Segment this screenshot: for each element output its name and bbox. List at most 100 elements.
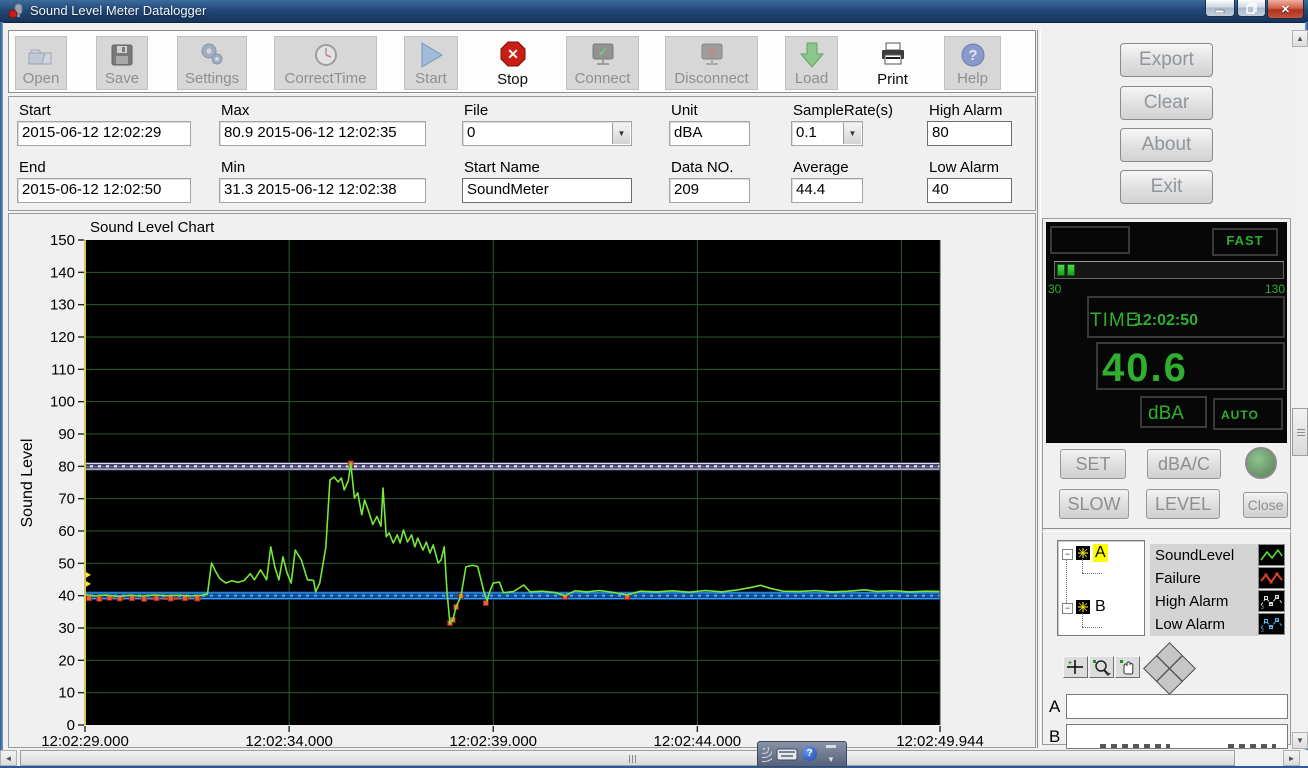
close-button[interactable]: Close [1243, 492, 1288, 518]
unit-field[interactable]: dBA [669, 121, 750, 146]
cursor-a-field[interactable] [1066, 694, 1288, 719]
min-field[interactable]: 31.3 2015-06-12 12:02:38 [219, 178, 426, 203]
x-tick-label: 12:02:34.000 [245, 733, 333, 749]
window-title: Sound Level Meter Datalogger [30, 3, 206, 18]
legend-item-low-alarm[interactable]: Low Alarm [1150, 613, 1258, 636]
tree-expand-box[interactable]: − [1062, 549, 1073, 560]
options-arrow-icon[interactable]: ▼ [827, 755, 835, 764]
horizontal-scroll-thumb[interactable] [20, 750, 1235, 766]
close-button[interactable]: ✕ [1267, 0, 1304, 19]
tree-node-b[interactable]: −B [1058, 599, 1144, 619]
vertical-scrollbar[interactable] [1292, 30, 1308, 749]
save-floppy-icon [97, 40, 147, 70]
scroll-down-button[interactable]: ▼ [1292, 732, 1308, 749]
end-label: End [19, 159, 46, 176]
fields-panel: Start2015-06-12 12:02:29Max80.9 2015-06-… [8, 96, 1036, 211]
axis-cursor-icon [1076, 600, 1090, 614]
open-button[interactable]: Open [15, 36, 67, 90]
titlebar[interactable]: Sound Level Meter Datalogger ✕ [0, 0, 1308, 23]
save-button[interactable]: Save [96, 36, 148, 90]
clear-button[interactable]: Clear [1120, 86, 1213, 120]
start-name-field[interactable]: SoundMeter [462, 178, 632, 203]
settings-button[interactable]: Settings [177, 36, 247, 90]
drag-grip[interactable] [762, 747, 772, 763]
set-button[interactable]: SET [1060, 449, 1126, 479]
minimize-icon[interactable] [826, 745, 836, 748]
level-button[interactable]: LEVEL [1146, 489, 1220, 519]
meter-bar-max: 130 [1265, 282, 1285, 296]
failure-marker [483, 601, 488, 606]
pan-icon[interactable] [1115, 656, 1140, 678]
samplerate-s-field[interactable]: 0.1▼ [791, 121, 863, 146]
start-field[interactable]: 2015-06-12 12:02:29 [17, 121, 191, 146]
legend-swatch-white-line-icon: 3 [1258, 590, 1285, 612]
y-tick-label: 150 [50, 232, 75, 249]
crosshair-icon[interactable]: + [1063, 656, 1088, 678]
dbac-button[interactable]: dBA/C [1147, 449, 1221, 479]
load-button[interactable]: Load [785, 36, 838, 90]
combo-dropdown-arrow[interactable]: ▼ [843, 123, 861, 144]
legend-item-soundlevel[interactable]: SoundLevel [1150, 544, 1258, 567]
language-bar[interactable]: ? ▼ [757, 741, 847, 767]
zoom-icon[interactable] [1089, 656, 1114, 678]
x-tick-label: 12:02:39.000 [449, 733, 537, 749]
tree-line [1066, 559, 1067, 603]
legend-swatch-green-line-icon [1258, 544, 1285, 566]
minimize-button[interactable] [1205, 0, 1235, 17]
exit-button[interactable]: Exit [1120, 170, 1213, 204]
keyboard-icon[interactable] [776, 746, 798, 766]
restore-button[interactable] [1237, 0, 1266, 17]
tree-node-a[interactable]: −A [1058, 545, 1144, 565]
file-field[interactable]: 0▼ [462, 121, 632, 146]
vertical-scroll-thumb[interactable] [1292, 408, 1308, 456]
meter-unit: dBA [1148, 403, 1184, 425]
start-button[interactable]: Start [404, 36, 458, 90]
help-icon[interactable]: ? [802, 746, 817, 761]
scroll-left-button[interactable]: ◄ [0, 750, 17, 766]
tree-expand-box[interactable]: − [1062, 603, 1073, 614]
tree-node-label: A [1093, 544, 1108, 562]
axis-cursor-icon [1076, 546, 1090, 560]
toolbar-button-label: Stop [487, 71, 538, 88]
app-icon [8, 3, 26, 19]
cursor-b-label: B [1049, 727, 1060, 747]
chart-title: Sound Level Chart [90, 219, 215, 236]
help-icon: ? [945, 40, 1000, 70]
y-tick-label: 60 [58, 523, 75, 540]
scroll-right-button[interactable]: ► [1283, 750, 1300, 766]
failure-marker [154, 596, 159, 601]
disconnect-button[interactable]: ✕Disconnect [665, 36, 758, 90]
samplerate-s-label: SampleRate(s) [793, 102, 893, 119]
svg-text:+: + [1068, 660, 1072, 667]
toolbar-button-label: Help [945, 70, 1000, 87]
connect-button[interactable]: ✓Connect [566, 36, 639, 90]
high-alarm-field[interactable]: 80 [927, 121, 1012, 146]
correcttime-button[interactable]: CorrectTime [274, 36, 377, 90]
export-button[interactable]: Export [1120, 43, 1213, 77]
about-button[interactable]: About [1120, 128, 1213, 162]
failure-marker [87, 596, 92, 601]
printer-icon [864, 39, 921, 69]
toolbar-button-label: Start [405, 70, 457, 87]
scroll-up-button[interactable]: ▲ [1292, 30, 1308, 47]
gears-icon [178, 40, 246, 70]
y-tick-label: 90 [58, 426, 75, 443]
legend-item-failure[interactable]: Failure [1150, 567, 1258, 590]
stop-button[interactable]: ✕Stop [487, 36, 538, 90]
average-field[interactable]: 44.4 [791, 178, 863, 203]
failure-marker [195, 596, 200, 601]
print-button[interactable]: Print [864, 36, 921, 90]
plot-area[interactable] [85, 240, 940, 725]
max-field[interactable]: 80.9 2015-06-12 12:02:35 [219, 121, 426, 146]
diamond-pad[interactable] [1146, 646, 1194, 692]
slow-button[interactable]: SLOW [1059, 489, 1129, 519]
minimize-icon [1206, 0, 1234, 16]
combo-dropdown-arrow[interactable]: ▼ [612, 123, 630, 144]
low-alarm-field[interactable]: 40 [927, 178, 1012, 203]
y-tick-label: 100 [50, 394, 75, 411]
legend-item-high-alarm[interactable]: High Alarm [1150, 590, 1258, 613]
end-field[interactable]: 2015-06-12 12:02:50 [17, 178, 191, 203]
sound-level-chart[interactable]: 010203040506070809010011012013014015012:… [0, 213, 1040, 749]
help-button[interactable]: ?Help [944, 36, 1001, 90]
data-no-field[interactable]: 209 [669, 178, 750, 203]
